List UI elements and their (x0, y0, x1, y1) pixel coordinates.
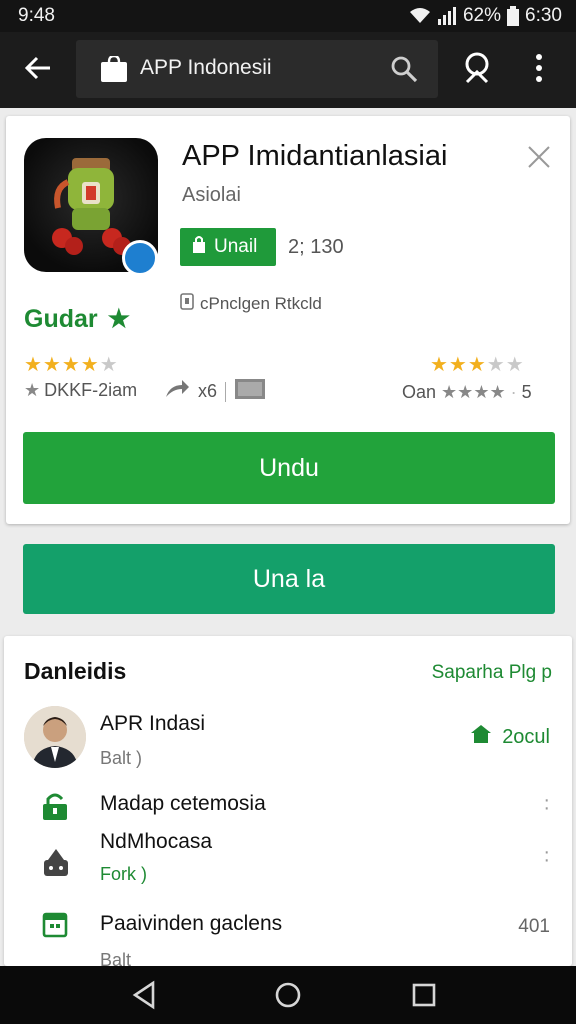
divider (225, 381, 227, 402)
search-query: APP Indonesii (140, 56, 272, 79)
nav-recent-icon[interactable] (410, 980, 438, 1015)
signal-icon (437, 7, 457, 25)
item-sub-3: Balt (100, 950, 132, 966)
grey-stars-dim: · (510, 382, 517, 402)
meta-left: ★ DKKF-2iam (24, 380, 137, 401)
star-icon: ★ (107, 305, 131, 333)
section-title: Danleidis (24, 658, 127, 684)
app-title: APP Imidantianlasiai (182, 140, 448, 172)
download-count: 2; 130 (288, 236, 344, 258)
permission-text: cPnclgen Rtkcld (200, 293, 322, 313)
small-star-icon: ★ (24, 380, 41, 400)
search-box[interactable]: APP Indonesii (76, 40, 438, 98)
home-icon (470, 724, 492, 750)
tablet-icon (234, 378, 266, 405)
meta-mid[interactable]: x6 (164, 378, 266, 405)
item-label-2[interactable]: NdMhocasa (100, 830, 212, 854)
rating-stars-left: ★★★★★ (24, 354, 119, 376)
lock-icon (192, 235, 206, 259)
reviewer-sub: Balt ) (100, 748, 143, 768)
item-num-3: 401 (518, 916, 550, 937)
more-vert-icon[interactable] (532, 52, 546, 91)
status-bar: 9:48 62% 6:30 (0, 0, 576, 32)
permission-row[interactable]: cPnclgen Rtkcld (180, 292, 322, 315)
meta-right: Oan ★★★★ · 5 (402, 382, 532, 403)
calendar-icon (42, 910, 68, 943)
meta-mid-text: x6 (198, 381, 218, 401)
wifi-icon (409, 7, 431, 25)
meta-right-text: Oan (402, 382, 437, 402)
toolbar: APP Indonesii (0, 32, 576, 108)
battery-percent: 62% (462, 5, 502, 26)
lock-open-icon (42, 792, 68, 825)
section-link[interactable]: Saparha Plg p (432, 662, 552, 684)
bookmark-icon[interactable] (464, 52, 492, 91)
nav-home-icon[interactable] (274, 980, 302, 1015)
back-button[interactable] (16, 50, 60, 90)
meta-right-num: 5 (521, 382, 532, 402)
reviewer-right-text: 2ocul (502, 725, 550, 748)
speaker-icon: ) (141, 864, 148, 884)
reviewer-name: APR Indasi (100, 712, 206, 735)
status-right: 62% 6:30 (409, 5, 562, 27)
battery-icon (507, 6, 520, 26)
more-vert-icon[interactable]: · · (543, 790, 550, 818)
category-pill[interactable]: Unail (180, 228, 276, 266)
reviewer-action[interactable]: 2ocul (470, 724, 550, 750)
rating-stars-right: ★★★★★ (430, 354, 525, 376)
app-info-card: APP Imidantianlasiai Asiolai Unail 2; 13… (6, 116, 570, 524)
status-time: 9:48 (18, 5, 55, 26)
status-clock: 6:30 (525, 5, 562, 26)
item-label-3[interactable]: Paaivinden gaclens (100, 912, 282, 936)
back-arrow-icon (24, 54, 52, 87)
android-icon (42, 848, 70, 883)
more-vert-icon[interactable]: · · (543, 842, 550, 870)
avatar[interactable] (24, 706, 86, 768)
close-icon[interactable] (526, 144, 552, 175)
search-icon[interactable] (390, 55, 418, 88)
guard-label-row: Gudar ★ (24, 304, 130, 334)
nav-back-icon[interactable] (130, 980, 158, 1015)
package-icon (180, 292, 194, 315)
person-image (24, 706, 86, 768)
store-icon (100, 54, 128, 87)
pill-label: Unail (214, 236, 258, 257)
speaker-icon: ) (136, 748, 143, 768)
grey-stars: ★★★★ (441, 382, 506, 402)
app-badge-icon (122, 240, 158, 276)
open-button[interactable]: Una la (23, 544, 555, 614)
item-label-1[interactable]: Madap cetemosia (100, 792, 266, 816)
guard-label: Gudar (24, 304, 98, 333)
app-developer[interactable]: Asiolai (182, 184, 241, 207)
meta-left-text: DKKF-2iam (44, 380, 138, 400)
share-icon (164, 379, 190, 404)
item-sub-2: Fork ) (100, 864, 148, 884)
details-card: Danleidis Saparha Plg p APR Indasi Balt … (4, 636, 572, 966)
install-button[interactable]: Undu (23, 432, 555, 504)
system-nav-bar (0, 966, 576, 1024)
